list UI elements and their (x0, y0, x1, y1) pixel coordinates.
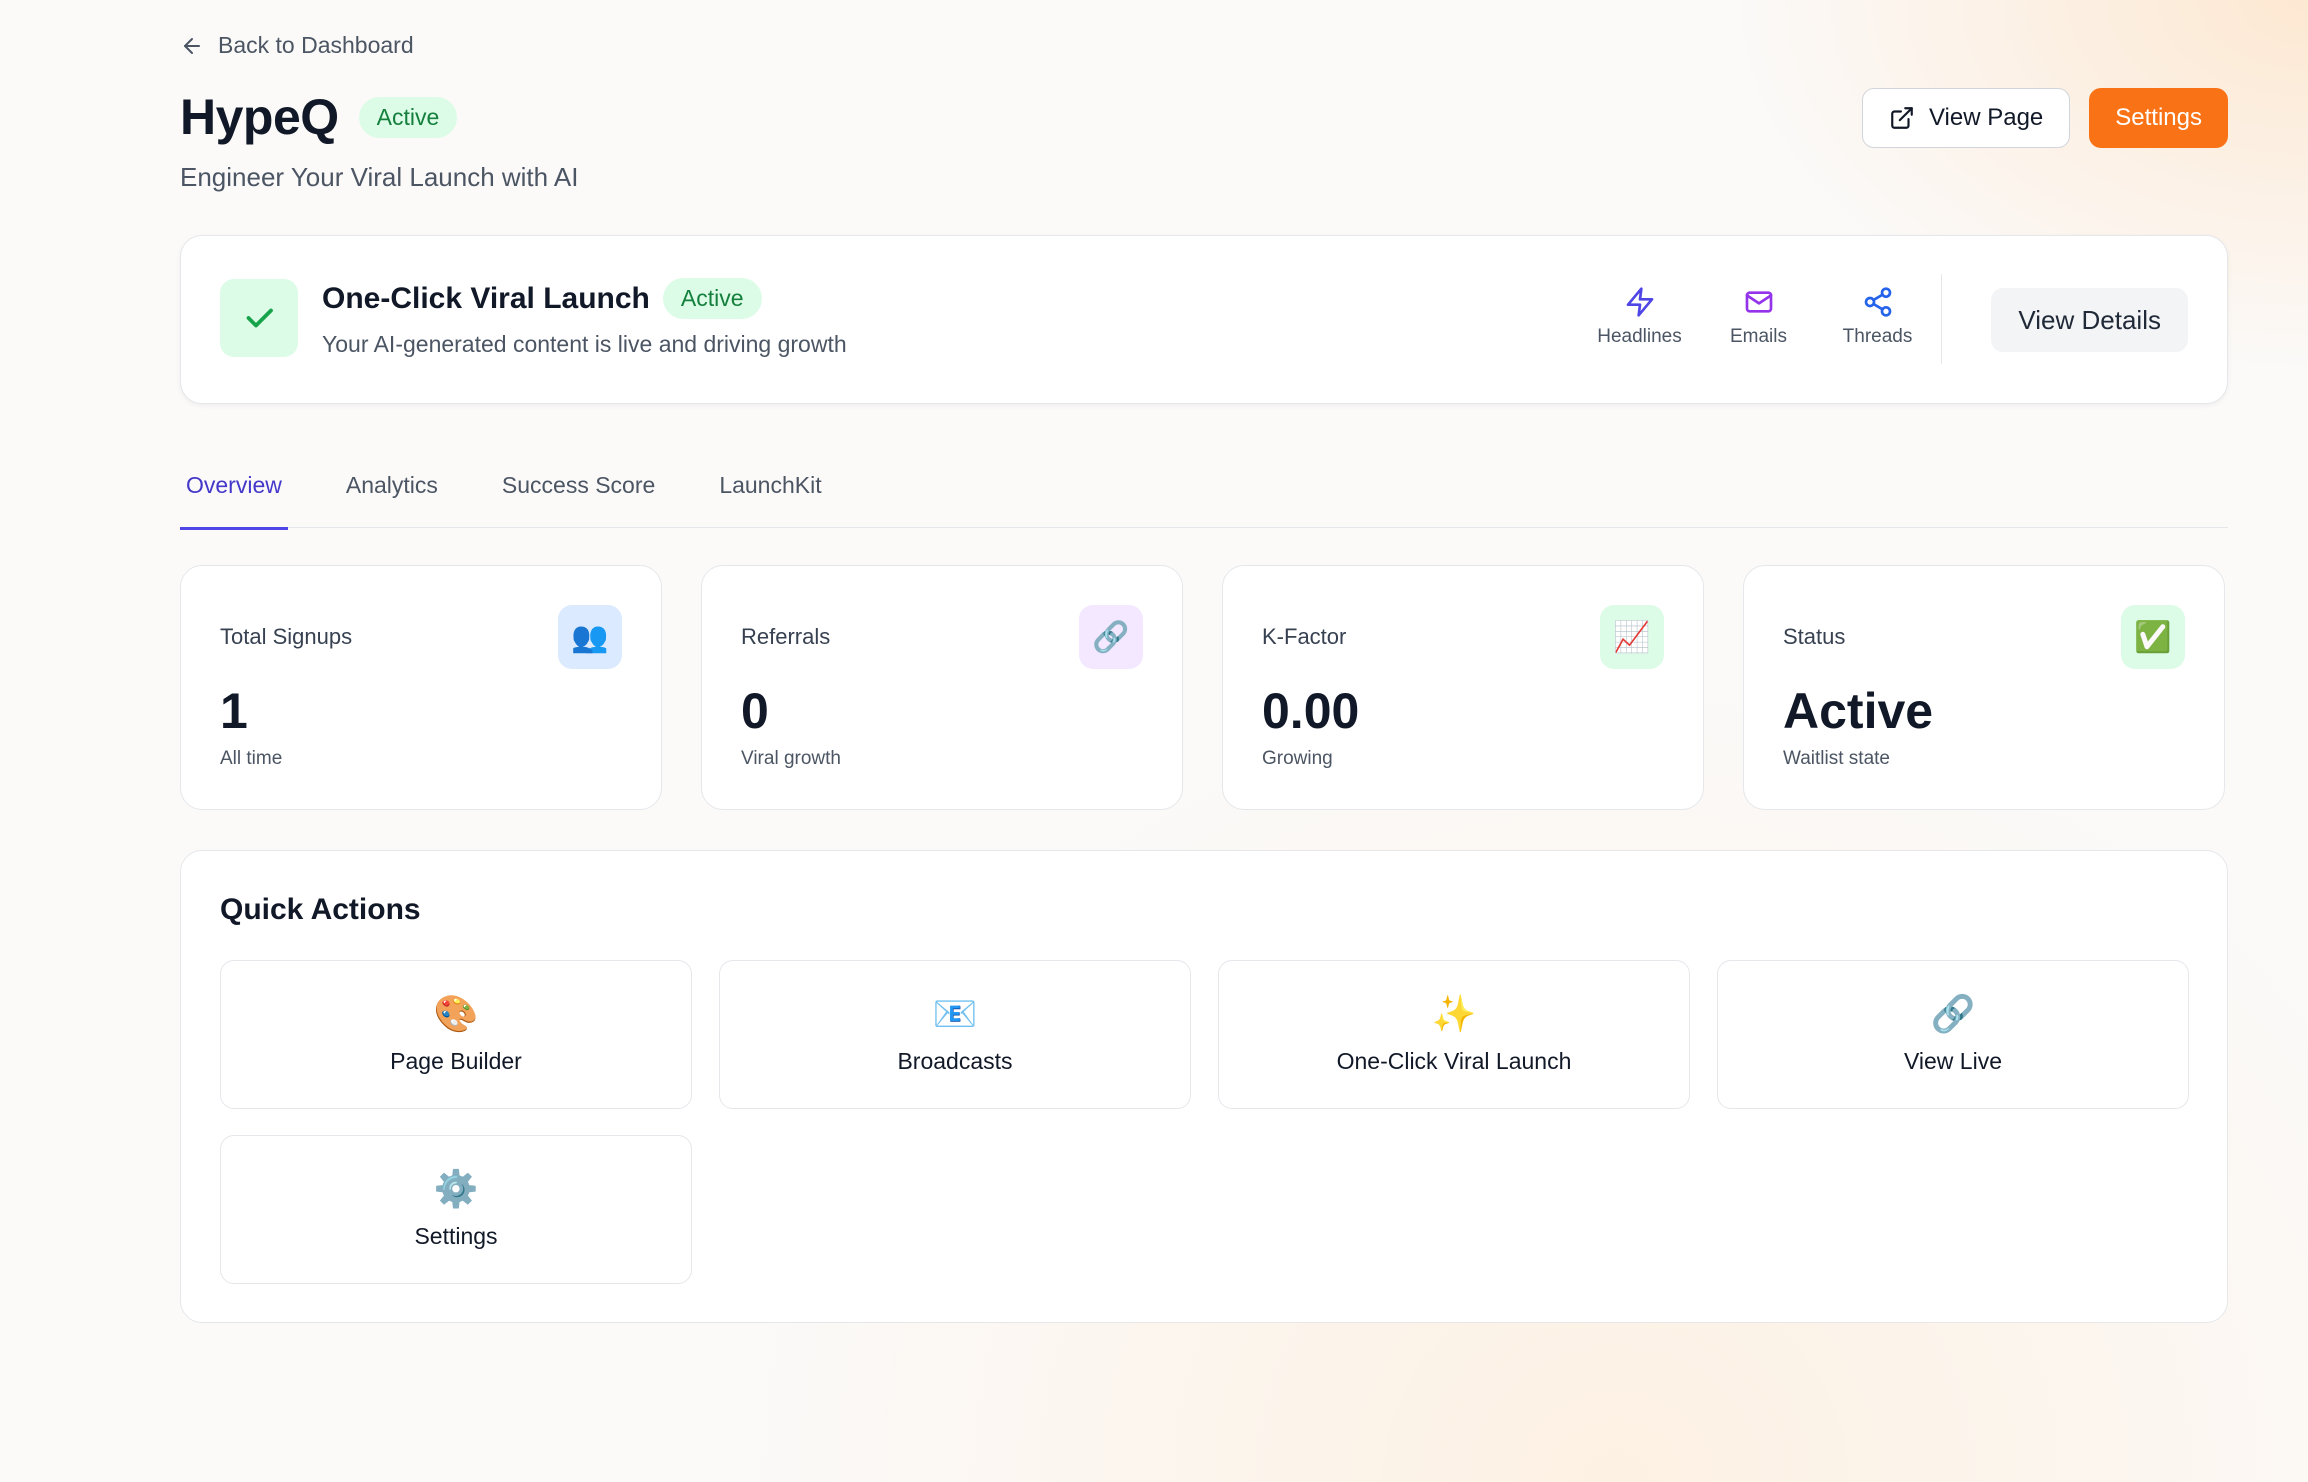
tab-launchkit[interactable]: LaunchKit (713, 460, 827, 528)
quick-actions-card: Quick Actions 🎨 Page Builder 📧 Broadcast… (180, 850, 2228, 1323)
launch-status-card: One-Click Viral Launch Active Your AI-ge… (180, 235, 2228, 404)
checkmark-icon: ✅ (2121, 605, 2185, 669)
quick-actions-title: Quick Actions (220, 893, 421, 926)
title-row: HypeQ Active (180, 88, 458, 146)
stat-card-referrals: Referrals 🔗 0 Viral growth (701, 565, 1183, 810)
stat-card-total-signups: Total Signups 👥 1 All time (180, 565, 662, 810)
quick-action-page-builder[interactable]: 🎨 Page Builder (220, 960, 692, 1109)
check-icon-box (220, 279, 298, 357)
palette-icon: 🎨 (433, 993, 479, 1034)
quick-action-viral-launch[interactable]: ✨ One-Click Viral Launch (1218, 960, 1690, 1109)
quick-action-label: Settings (414, 1223, 498, 1249)
users-icon: 👥 (558, 605, 622, 669)
quick-action-label: One-Click Viral Launch (1336, 1048, 1572, 1074)
quick-action-label: Broadcasts (897, 1048, 1013, 1074)
stat-note: Growing (1262, 748, 1333, 769)
mail-icon (1745, 291, 1772, 313)
quick-action-label: View Live (1903, 1048, 2003, 1074)
page-title: HypeQ (180, 89, 339, 145)
quick-action-broadcasts[interactable]: 📧 Broadcasts (719, 960, 1191, 1109)
link-icon: 🔗 (1930, 993, 1976, 1034)
stat-value: 1 (220, 683, 248, 739)
stat-card-k-factor: K-Factor 📈 0.00 Growing (1222, 565, 1704, 810)
launch-divider (1940, 274, 1942, 364)
back-to-dashboard-link[interactable]: Back to Dashboard (180, 32, 414, 59)
view-page-button[interactable]: View Page (1861, 88, 2071, 148)
status-badge: Active (358, 96, 458, 138)
page-subtitle: Engineer Your Viral Launch with AI (180, 162, 579, 192)
share-icon (1864, 287, 1891, 317)
threads-link[interactable]: Threads (1818, 286, 1937, 348)
emails-link[interactable]: Emails (1699, 286, 1818, 348)
link-icon: 🔗 (1079, 605, 1143, 669)
launch-status-badge: Active (662, 278, 762, 319)
tab-overview[interactable]: Overview (180, 460, 288, 530)
sparkles-icon: ✨ (1431, 993, 1477, 1034)
external-link-icon (1891, 107, 1913, 129)
quick-actions-grid: 🎨 Page Builder 📧 Broadcasts ✨ One-Click … (220, 960, 2190, 1284)
stat-note: Viral growth (741, 748, 841, 769)
headlines-link[interactable]: Headlines (1580, 286, 1699, 348)
view-details-button[interactable]: View Details (1991, 288, 2188, 352)
tab-bar: Overview Analytics Success Score LaunchK… (180, 460, 2228, 530)
tab-analytics[interactable]: Analytics (340, 460, 444, 528)
view-page-label: View Page (1928, 104, 2044, 131)
launch-content-links: Headlines Emails Threads (1580, 286, 1937, 348)
stat-value: Active (1783, 683, 1934, 739)
threads-label: Threads (1842, 326, 1913, 347)
headlines-label: Headlines (1597, 326, 1682, 347)
tab-success-score[interactable]: Success Score (496, 460, 661, 528)
envelope-icon: 📧 (932, 993, 978, 1034)
stat-value: 0 (741, 683, 769, 739)
stat-card-status: Status ✅ Active Waitlist state (1743, 565, 2225, 810)
stats-row: Total Signups 👥 1 All time Referrals 🔗 0… (180, 565, 2228, 810)
stat-note: Waitlist state (1783, 748, 1890, 769)
launch-title-row: One-Click Viral Launch Active (322, 278, 762, 319)
stat-label: Referrals (741, 624, 831, 649)
emails-label: Emails (1729, 326, 1787, 347)
header-actions: View Page Settings (1861, 88, 2228, 148)
lightning-icon (1626, 287, 1653, 317)
quick-action-label: Page Builder (390, 1048, 522, 1074)
check-icon (246, 308, 273, 328)
stat-label: Status (1783, 624, 1846, 649)
stat-label: K-Factor (1262, 624, 1347, 649)
launch-title: One-Click Viral Launch (322, 281, 650, 315)
arrow-left-icon (184, 37, 200, 54)
chart-up-icon: 📈 (1600, 605, 1664, 669)
quick-action-view-live[interactable]: 🔗 View Live (1717, 960, 2189, 1109)
settings-button[interactable]: Settings (2089, 88, 2228, 148)
launch-description: Your AI-generated content is live and dr… (322, 331, 847, 357)
stat-note: All time (220, 748, 283, 769)
gear-icon: ⚙️ (433, 1168, 479, 1209)
stat-label: Total Signups (220, 624, 353, 649)
stat-value: 0.00 (1262, 683, 1360, 739)
back-link-label: Back to Dashboard (218, 32, 414, 58)
quick-action-settings[interactable]: ⚙️ Settings (220, 1135, 692, 1284)
